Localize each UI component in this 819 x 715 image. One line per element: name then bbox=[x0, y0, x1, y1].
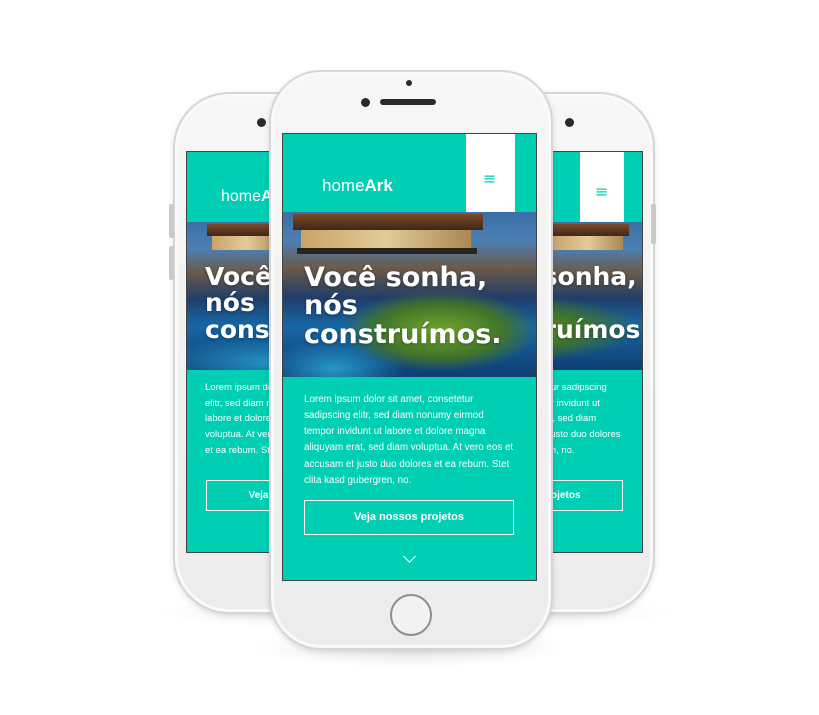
front-paragraph: Lorem ipsum dolor sit amet, consetetur s… bbox=[304, 394, 514, 486]
front-phone-home-button[interactable] bbox=[390, 594, 432, 636]
front-phone-sensor bbox=[406, 80, 412, 86]
back-phone-volume-up bbox=[169, 204, 174, 238]
front-menu-button[interactable]: ≡ bbox=[466, 134, 515, 222]
back-phone-camera bbox=[257, 118, 266, 127]
chevron-down-icon[interactable] bbox=[403, 550, 416, 563]
hamburger-menu-icon: ≡ bbox=[595, 182, 609, 201]
front-phone-screen: homeArk ≡ Você sonha, nós construímos. L… bbox=[282, 133, 537, 581]
house-roof-right bbox=[549, 224, 629, 236]
back-phone-power bbox=[651, 204, 656, 244]
front-logo[interactable]: homeArk bbox=[322, 176, 393, 196]
front-cta-button[interactable]: Veja nossos projetos bbox=[304, 500, 514, 535]
back-phone-volume-down bbox=[169, 246, 174, 280]
hamburger-menu-icon: ≡ bbox=[483, 169, 497, 188]
front-phone-camera bbox=[361, 98, 370, 107]
house-base bbox=[297, 248, 477, 254]
back-phone-camera-right bbox=[565, 118, 574, 127]
house-glass-right bbox=[553, 236, 623, 250]
back-menu-button[interactable]: ≡ bbox=[580, 152, 624, 232]
front-headline: Você sonha, nós construímos. bbox=[304, 262, 502, 350]
front-phone-speaker bbox=[380, 99, 436, 105]
house-glass bbox=[301, 230, 471, 248]
house-roof bbox=[293, 214, 483, 230]
